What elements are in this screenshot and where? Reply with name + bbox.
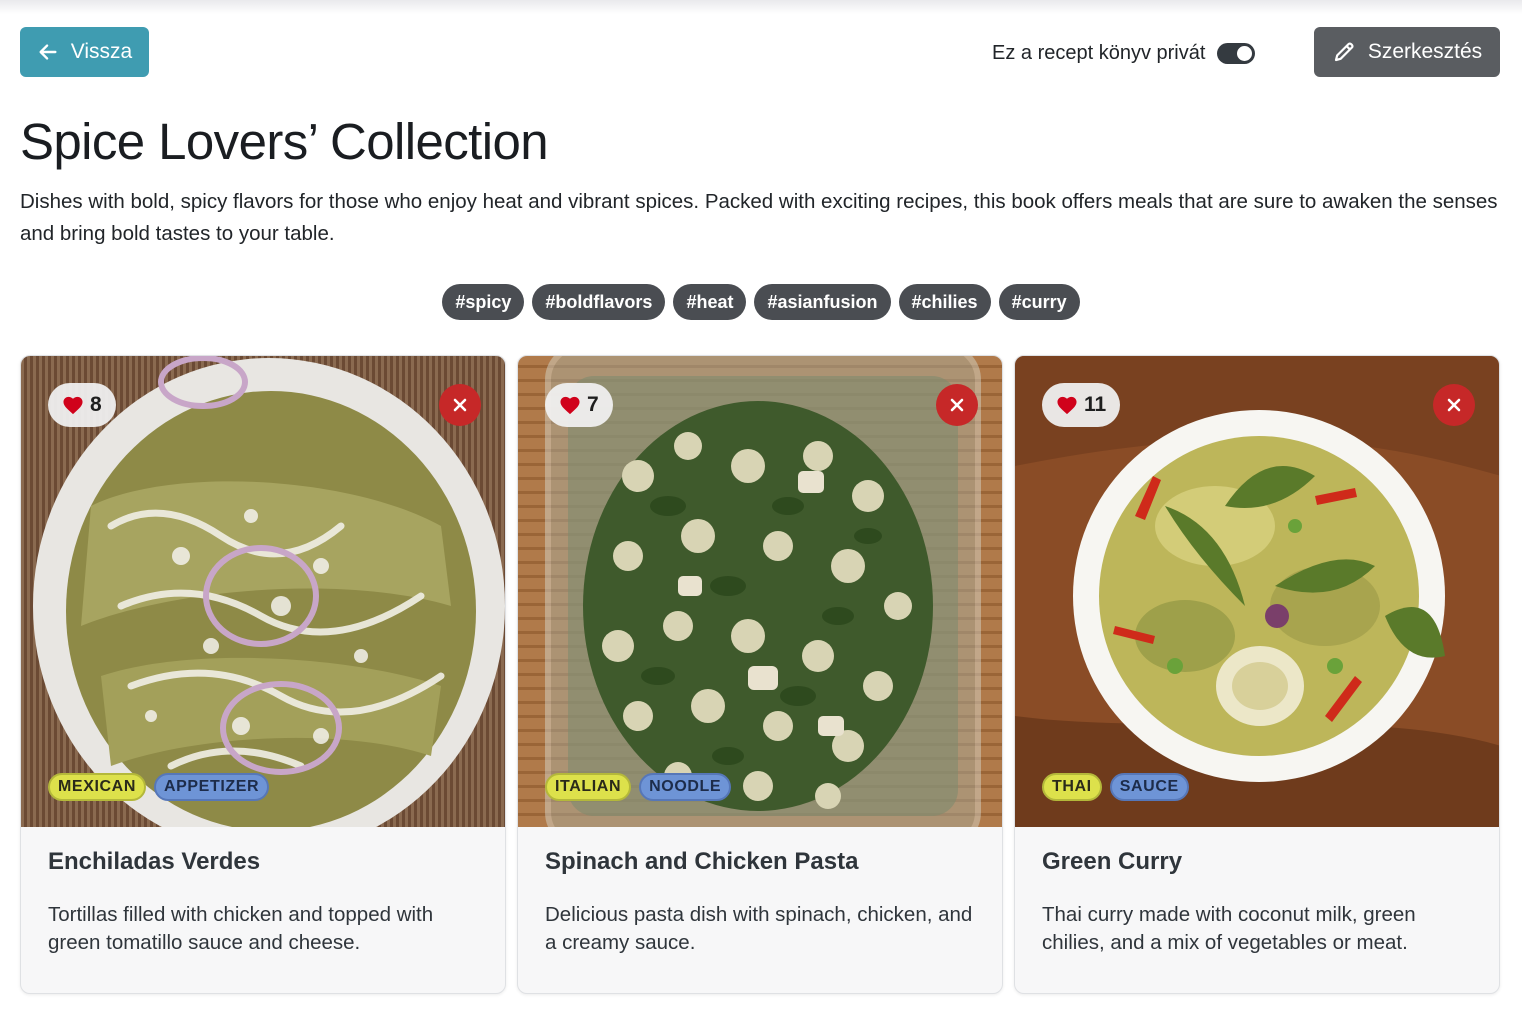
- book-description: Dishes with bold, spicy flavors for thos…: [20, 190, 1498, 245]
- tag-chip[interactable]: #spicy: [442, 284, 525, 320]
- category-badges: MEXICAN APPETIZER: [48, 773, 270, 801]
- recipe-title: Spinach and Chicken Pasta: [545, 848, 859, 875]
- privacy-toggle[interactable]: [1217, 42, 1256, 64]
- toggle-knob: [1237, 45, 1253, 61]
- tag-chip[interactable]: #boldflavors: [532, 284, 666, 320]
- privacy-label: Ez a recept könyv privát: [992, 41, 1206, 64]
- recipe-description: Delicious pasta dish with spinach, chick…: [545, 903, 973, 954]
- close-icon: [453, 398, 467, 412]
- recipe-card[interactable]: 8 MEXICAN APPETIZER Enchiladas Verdes To…: [20, 355, 506, 994]
- heart-icon: [1057, 396, 1077, 415]
- page-title: Spice Lovers’ Collection: [20, 113, 549, 170]
- type-badge: SAUCE: [1109, 773, 1189, 801]
- tag-chip[interactable]: #heat: [673, 284, 747, 320]
- back-button[interactable]: Vissza: [20, 27, 149, 77]
- like-button[interactable]: 11: [1042, 383, 1121, 427]
- top-shadow: [0, 0, 1522, 14]
- arrow-left-icon: [39, 44, 57, 60]
- heart-icon: [63, 396, 83, 415]
- remove-recipe-button[interactable]: [439, 384, 481, 426]
- recipe-title: Enchiladas Verdes: [48, 848, 261, 875]
- type-badge: APPETIZER: [153, 773, 270, 801]
- recipe-card[interactable]: 11 THAI SAUCE Green Curry Thai curry mad…: [1014, 355, 1500, 994]
- back-button-label: Vissza: [70, 40, 133, 63]
- edit-button[interactable]: Szerkesztés: [1314, 27, 1500, 77]
- category-badges: ITALIAN NOODLE: [545, 773, 732, 801]
- like-count: 7: [587, 393, 599, 416]
- close-icon: [1447, 398, 1461, 412]
- like-button[interactable]: 8: [48, 383, 116, 427]
- type-badge: NOODLE: [639, 773, 732, 801]
- cuisine-badge: ITALIAN: [545, 773, 632, 801]
- cuisine-badge: MEXICAN: [48, 773, 146, 801]
- tag-list: #spicy #boldflavors #heat #asianfusion #…: [0, 284, 1522, 320]
- recipe-card[interactable]: 7 ITALIAN NOODLE Spinach and Chicken Pas…: [517, 355, 1003, 994]
- recipe-title: Green Curry: [1042, 848, 1183, 875]
- cuisine-badge: THAI: [1042, 773, 1102, 801]
- privacy-setting: Ez a recept könyv privát: [992, 37, 1256, 69]
- edit-button-label: Szerkesztés: [1367, 40, 1483, 63]
- close-icon: [950, 398, 964, 412]
- tag-chip[interactable]: #chilies: [898, 284, 991, 320]
- like-count: 8: [90, 393, 102, 416]
- pencil-icon: [1334, 42, 1354, 62]
- remove-recipe-button[interactable]: [1433, 384, 1475, 426]
- like-button[interactable]: 7: [545, 383, 613, 427]
- category-badges: THAI SAUCE: [1042, 773, 1189, 801]
- like-count: 11: [1084, 393, 1107, 416]
- tag-chip[interactable]: #asianfusion: [754, 284, 891, 320]
- heart-icon: [560, 396, 580, 415]
- remove-recipe-button[interactable]: [936, 384, 978, 426]
- recipe-description: Thai curry made with coconut milk, green…: [1042, 903, 1416, 954]
- recipe-description: Tortillas filled with chicken and topped…: [48, 903, 434, 954]
- tag-chip[interactable]: #curry: [998, 284, 1080, 320]
